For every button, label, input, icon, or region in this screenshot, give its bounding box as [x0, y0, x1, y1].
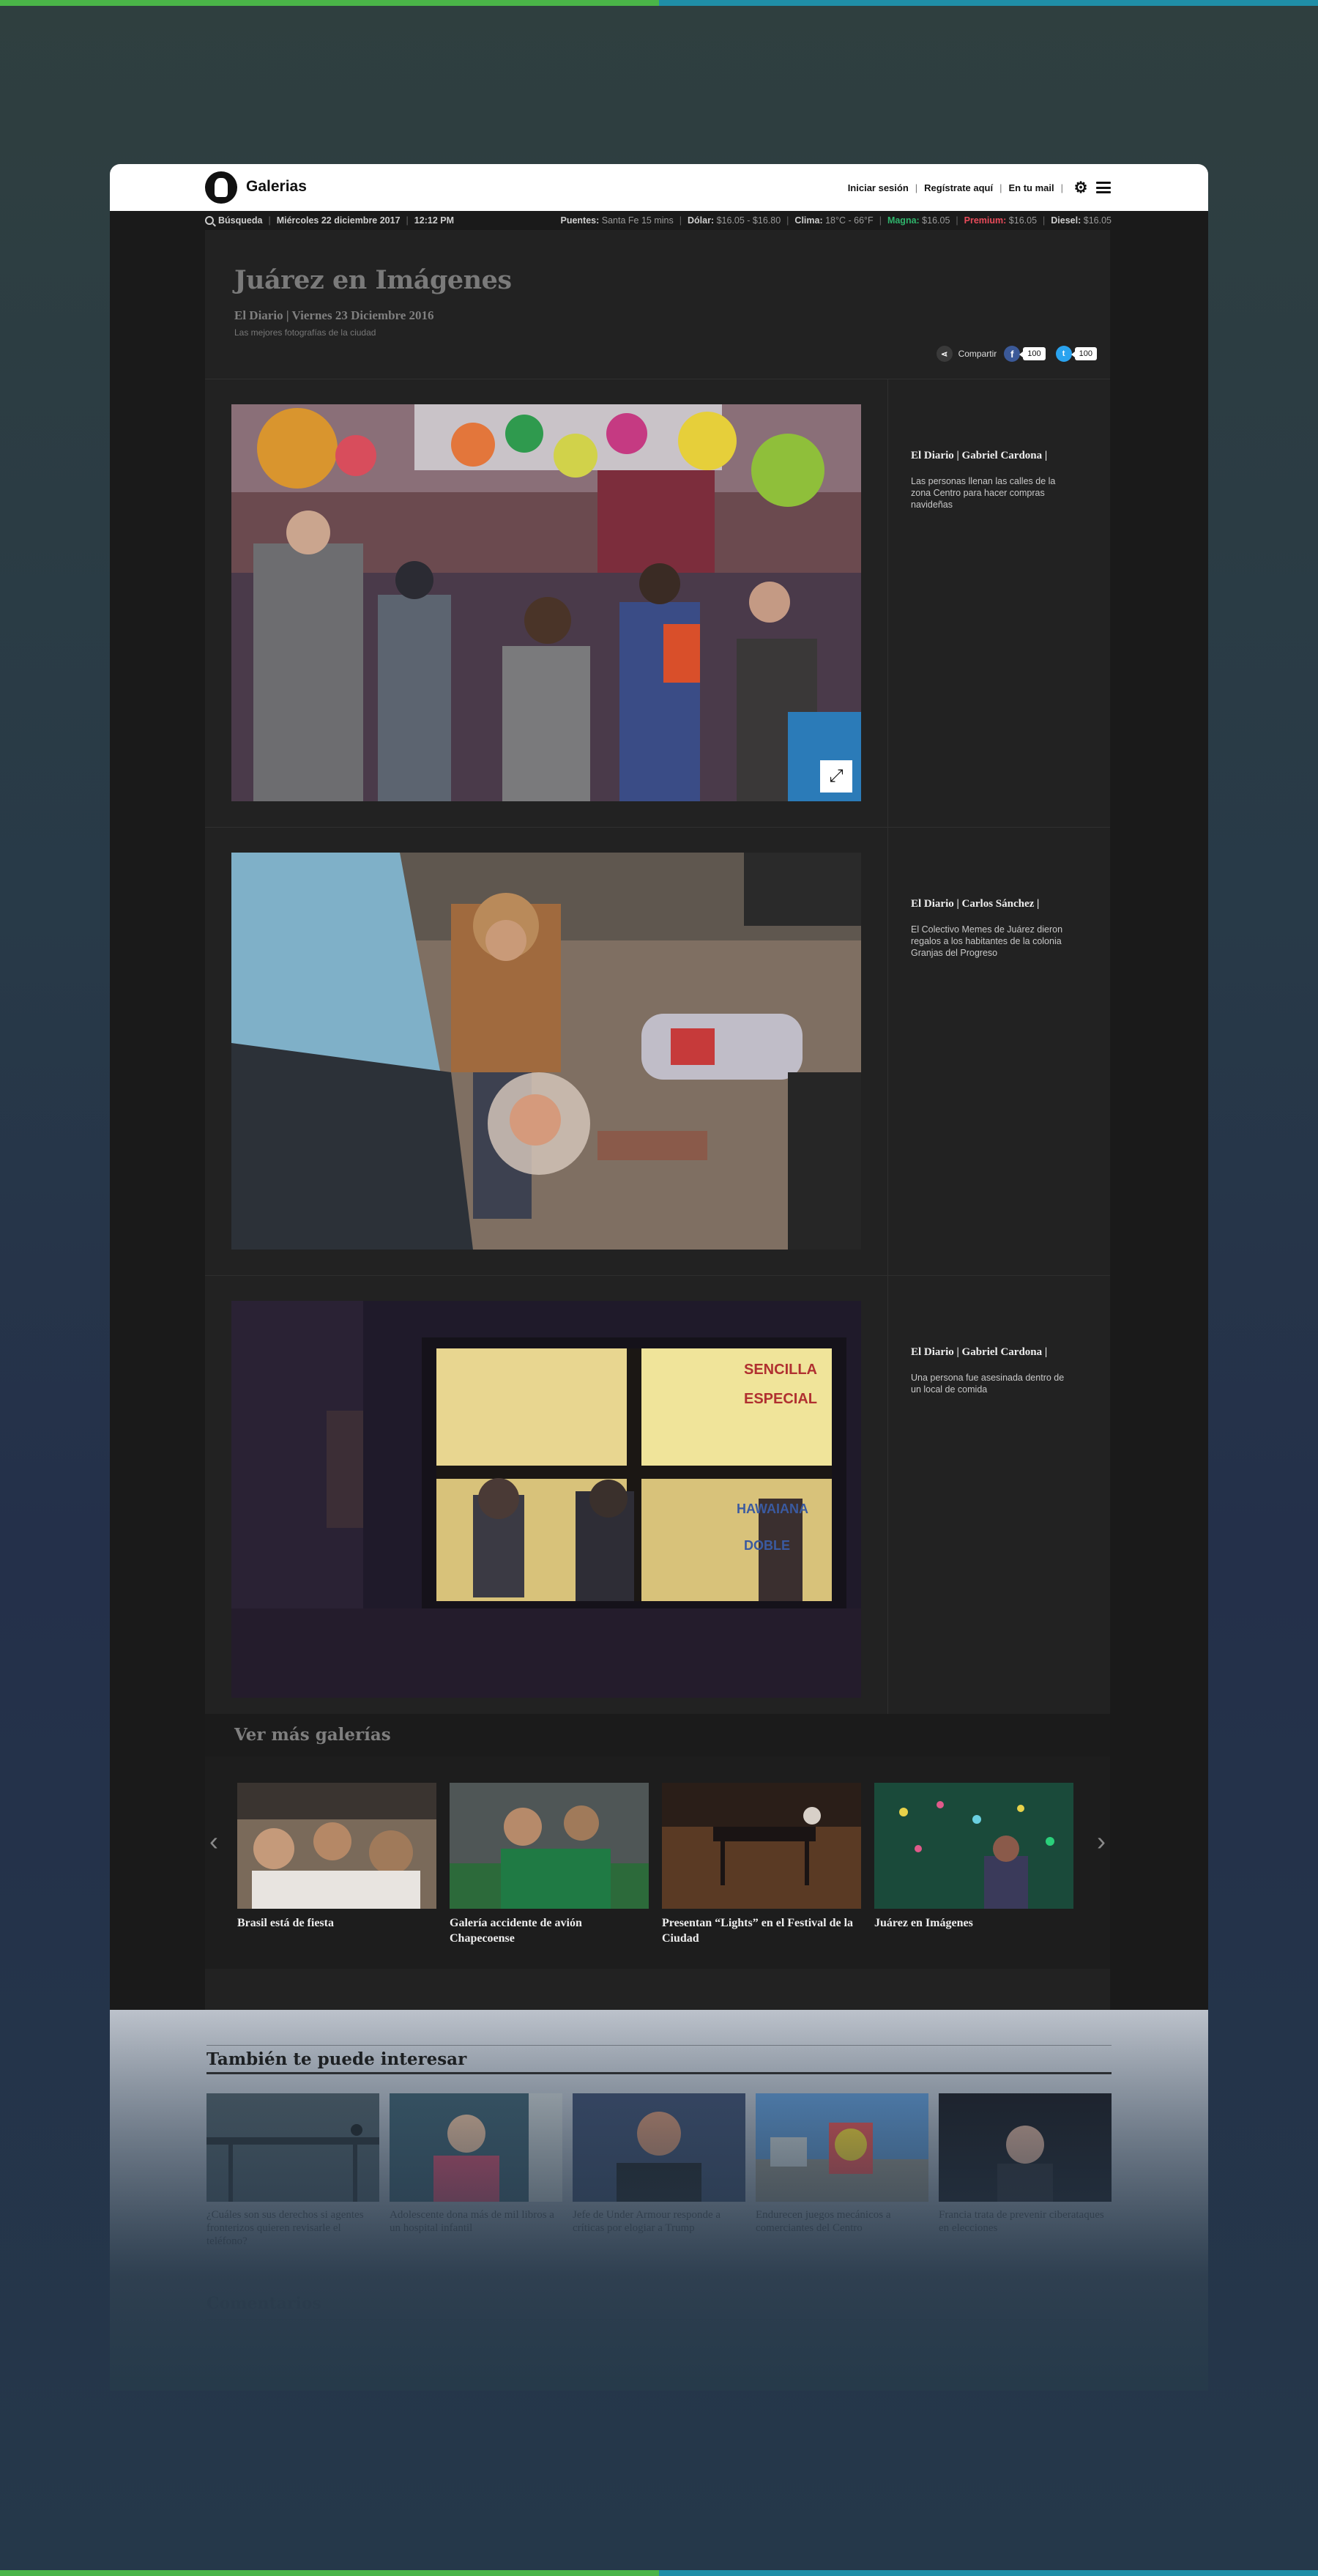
related-card[interactable]: Adolescente dona más de mil libros a un … — [390, 2093, 562, 2235]
related-card[interactable]: Endurecen juegos mecánicos a comerciante… — [756, 2093, 928, 2235]
magna-label: Magna: — [887, 215, 920, 226]
photo-caption: Las personas llenan las calles de la zon… — [911, 476, 1056, 510]
register-link[interactable]: Regístrate aquí — [924, 182, 993, 193]
dollar-label: Dólar: — [687, 215, 715, 226]
related-card-title: Adolescente dona más de mil libros a un … — [390, 2209, 554, 2234]
comments-title: Comentarios — [206, 2294, 321, 2313]
bridges-label: Puentes: — [560, 215, 600, 226]
related-card-thumbnail — [573, 2093, 745, 2202]
gallery-card[interactable]: Presentan “Lights” en el Festival de la … — [662, 1783, 861, 1946]
photo-caption: Una persona fue asesinada dentro de un l… — [911, 1373, 1065, 1395]
premium-label: Premium: — [964, 215, 1007, 226]
gallery-item: El Diario | Carlos Sánchez | El Colectiv… — [205, 827, 1110, 1276]
login-link[interactable]: Iniciar sesión — [848, 182, 909, 193]
weather-label: Clima: — [794, 215, 823, 226]
ticker-time: 12:12 PM — [414, 215, 454, 226]
gallery-item: ⤢ El Diario | Gabriel Cardona | Las pers… — [205, 379, 1110, 828]
ticker-date: Miércoles 22 diciembre 2017 — [276, 215, 401, 226]
gallery-card[interactable]: Galería accidente de avión Chapecoense — [450, 1783, 649, 1946]
share-bar: ⋖ Compartir f 100 t 100 — [936, 346, 1097, 362]
share-label[interactable]: Compartir — [958, 349, 997, 359]
comments-header: Comentarios — [206, 2294, 1112, 2320]
gallery-card-thumbnail — [662, 1783, 861, 1909]
photo-credit: El Diario | Gabriel Cardona | — [911, 450, 1048, 461]
gallery-card[interactable]: Brasil está de fiesta — [237, 1783, 436, 1931]
gallery-photo[interactable]: SENCILLA ESPECIAL HAWAIANA DOBLE — [231, 1301, 861, 1698]
site-frame: Galerias Iniciar sesión | Regístrate aqu… — [110, 164, 1208, 2391]
gallery-meta: El Diario | Viernes 23 Diciembre 2016 — [234, 308, 434, 322]
svg-text:SENCILLA: SENCILLA — [744, 1362, 817, 1378]
diesel-value: $16.05 — [1083, 215, 1112, 226]
info-ticker: Búsqueda | Miércoles 22 diciembre 2017 |… — [110, 211, 1208, 230]
chevron-right-icon[interactable]: › — [1097, 1827, 1106, 1856]
related-card-thumbnail — [756, 2093, 928, 2202]
gallery-card[interactable]: Juárez en Imágenes — [874, 1783, 1073, 1931]
related-section: También te puede interesar ¿Cuáles son s… — [110, 2010, 1208, 2391]
magna-value: $16.05 — [922, 215, 950, 226]
svg-text:ESPECIAL: ESPECIAL — [744, 1391, 817, 1407]
gallery-card-title: Juárez en Imágenes — [874, 1917, 973, 1929]
related-header: También te puede interesar — [206, 2045, 1112, 2074]
related-card[interactable]: ¿Cuáles son sus derechos si agentes fron… — [206, 2093, 379, 2248]
site-brand[interactable]: Galerias — [246, 178, 307, 196]
gear-icon[interactable]: ⚙ — [1073, 179, 1089, 196]
search-icon[interactable] — [205, 216, 214, 225]
premium-value: $16.05 — [1008, 215, 1038, 226]
photo-credit: El Diario | Carlos Sánchez | — [911, 898, 1040, 910]
newsletter-link[interactable]: En tu mail — [1008, 182, 1054, 193]
facebook-icon[interactable]: f — [1004, 346, 1021, 362]
related-card-title: Francia trata de prevenir ciberataques e… — [939, 2209, 1104, 2234]
gallery-card-thumbnail — [874, 1783, 1073, 1909]
svg-text:HAWAIANA: HAWAIANA — [737, 1502, 808, 1516]
related-card-title: ¿Cuáles son sus derechos si agentes fron… — [206, 2209, 364, 2247]
facebook-count: 100 — [1019, 347, 1046, 360]
svg-text:DOBLE: DOBLE — [744, 1538, 790, 1553]
gallery-card-title: Presentan “Lights” en el Festival de la … — [662, 1917, 854, 1945]
gallery-card-title: Brasil está de fiesta — [237, 1917, 334, 1929]
related-card[interactable]: Francia trata de prevenir ciberataques e… — [939, 2093, 1112, 2235]
twitter-count: 100 — [1071, 347, 1097, 360]
expand-icon[interactable]: ⤢ — [820, 760, 852, 793]
weather-value: 18°C - 66°F — [825, 215, 874, 226]
related-card[interactable]: Jefe de Under Armour responde a críticas… — [573, 2093, 745, 2235]
related-card-title: Jefe de Under Armour responde a críticas… — [573, 2209, 721, 2234]
bridges-value: Santa Fe 15 mins — [601, 215, 674, 226]
gallery-photo[interactable]: ⤢ — [231, 404, 861, 801]
related-card-thumbnail — [206, 2093, 379, 2202]
photo-caption: El Colectivo Memes de Juárez dieron rega… — [911, 924, 1063, 958]
menu-icon[interactable] — [1096, 182, 1111, 193]
search-link[interactable]: Búsqueda — [218, 215, 262, 226]
site-logo-icon[interactable] — [205, 171, 237, 204]
related-card-thumbnail — [939, 2093, 1112, 2202]
gallery-subtitle: Las mejores fotografías de la ciudad — [234, 327, 376, 338]
related-card-thumbnail — [390, 2093, 562, 2202]
twitter-icon[interactable]: t — [1055, 346, 1072, 362]
more-galleries-title: Ver más galerías — [234, 1725, 391, 1745]
gallery-card-thumbnail — [237, 1783, 436, 1909]
dollar-value: $16.05 - $16.80 — [716, 215, 781, 226]
galleries-carousel: ‹ › Brasil está de fiesta Galería accide… — [205, 1756, 1110, 1969]
more-galleries-header: Ver más galerías — [205, 1714, 1110, 1756]
gallery-card-thumbnail — [450, 1783, 649, 1909]
related-card-title: Endurecen juegos mecánicos a comerciante… — [756, 2209, 891, 2234]
gallery-photo[interactable] — [231, 853, 861, 1250]
gallery-column: Juárez en Imágenes El Diario | Viernes 2… — [205, 230, 1110, 2010]
gallery-item: SENCILLA ESPECIAL HAWAIANA DOBLE El Diar… — [205, 1275, 1110, 1724]
diesel-label: Diesel: — [1051, 215, 1081, 226]
photo-credit: El Diario | Gabriel Cardona | — [911, 1346, 1048, 1358]
site-header: Galerias Iniciar sesión | Regístrate aqu… — [110, 164, 1208, 211]
header-nav: Iniciar sesión | Regístrate aquí | En tu… — [848, 179, 1111, 196]
share-icon[interactable]: ⋖ — [936, 346, 953, 362]
top-accent-bar — [0, 0, 1318, 6]
chevron-left-icon[interactable]: ‹ — [209, 1827, 218, 1856]
gallery-card-title: Galería accidente de avión Chapecoense — [450, 1917, 582, 1945]
bottom-accent-bar — [0, 2570, 1318, 2576]
gallery-title: Juárez en Imágenes — [234, 265, 512, 295]
related-title: También te puede interesar — [206, 2049, 467, 2069]
